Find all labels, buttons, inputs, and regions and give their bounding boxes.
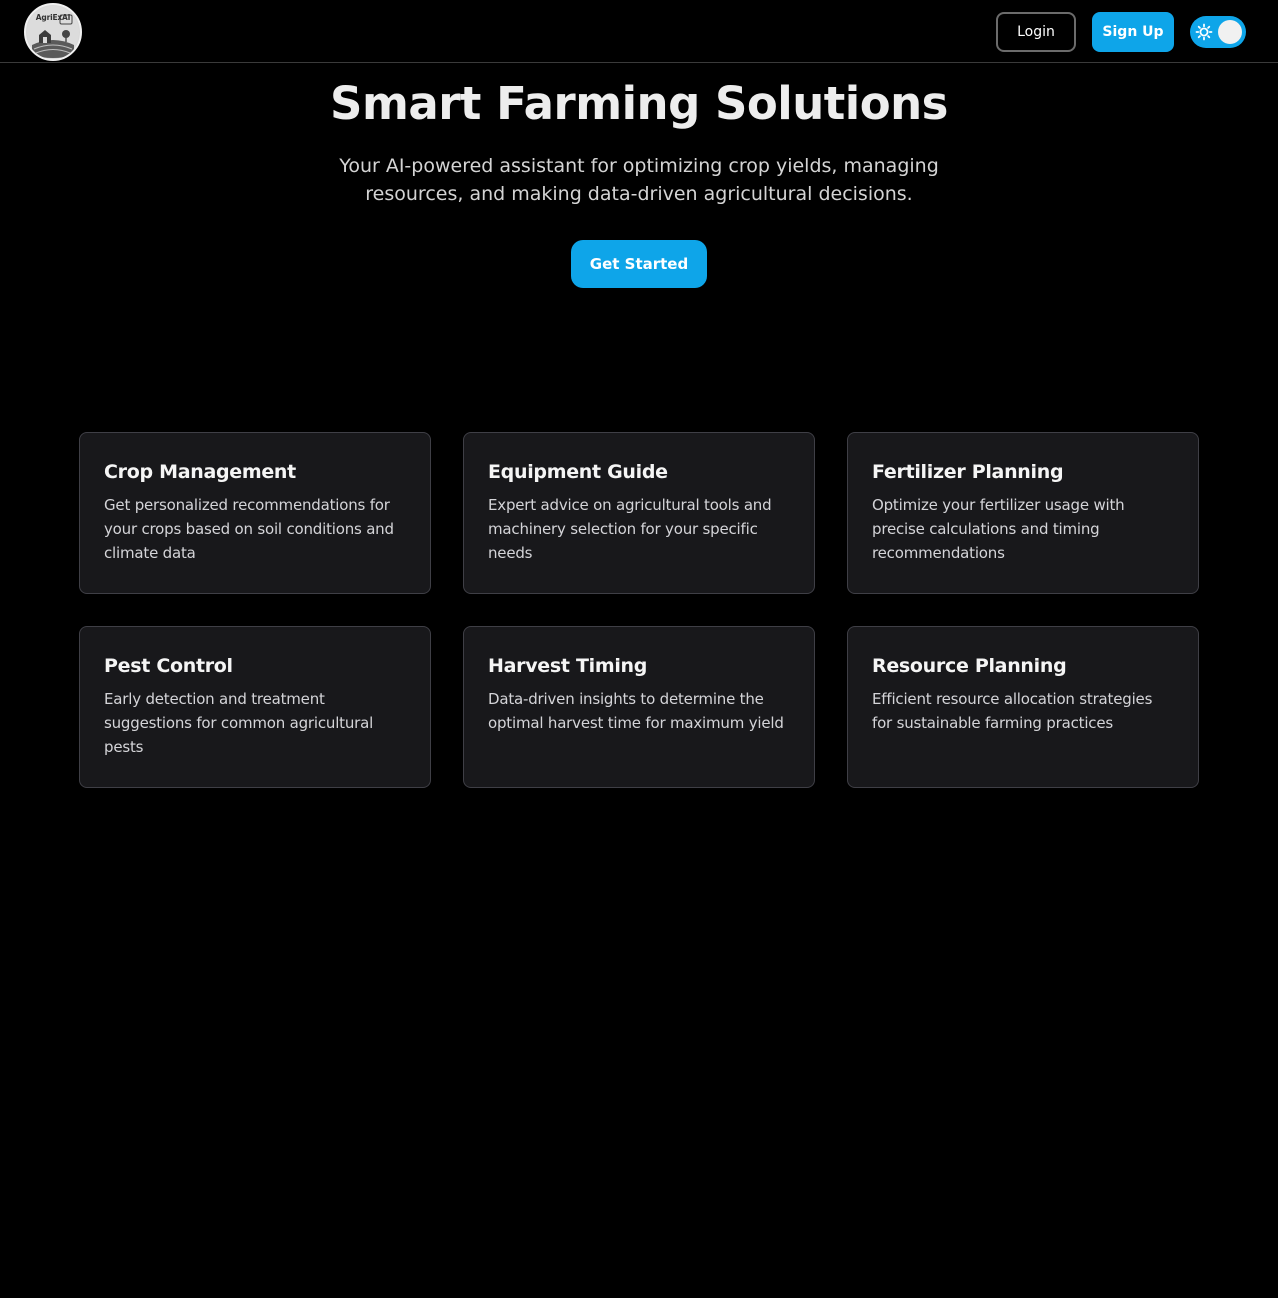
feature-card-title: Pest Control <box>104 655 233 677</box>
feature-card-harvest-timing[interactable]: Harvest Timing Data-driven insights to d… <box>463 626 815 788</box>
theme-toggle[interactable] <box>1190 16 1246 48</box>
hero-title: Smart Farming Solutions <box>330 77 948 130</box>
get-started-button[interactable]: Get Started <box>571 240 707 288</box>
feature-card-resource-planning[interactable]: Resource Planning Efficient resource all… <box>847 626 1199 788</box>
feature-card-description: Get personalized recommendations for you… <box>104 496 394 562</box>
features-grid: Crop Management Get personalized recomme… <box>79 432 1199 788</box>
feature-card-fertilizer-planning[interactable]: Fertilizer Planning Optimize your fertil… <box>847 432 1199 594</box>
signup-button[interactable]: Sign Up <box>1092 12 1174 52</box>
agriexai-logo[interactable]: AgriExAI <box>24 3 82 61</box>
login-button[interactable]: Login <box>996 12 1076 52</box>
feature-card-title: Harvest Timing <box>488 655 648 677</box>
feature-card-title: Crop Management <box>104 461 296 483</box>
feature-card-description: Optimize your fertilizer usage with prec… <box>872 496 1125 562</box>
sun-icon <box>1195 23 1213 41</box>
hero-subtitle: Your AI-powered assistant for optimizing… <box>339 155 939 205</box>
feature-card-description: Expert advice on agricultural tools and … <box>488 496 772 562</box>
feature-card-description: Efficient resource allocation strategies… <box>872 690 1153 732</box>
feature-card-pest-control[interactable]: Pest Control Early detection and treatme… <box>79 626 431 788</box>
feature-card-description: Early detection and treatment suggestion… <box>104 690 374 756</box>
logo-text: AgriExAI <box>35 13 71 22</box>
feature-card-equipment-guide[interactable]: Equipment Guide Expert advice on agricul… <box>463 432 815 594</box>
feature-card-title: Fertilizer Planning <box>872 461 1064 483</box>
feature-card-title: Equipment Guide <box>488 461 668 483</box>
feature-card-crop-management[interactable]: Crop Management Get personalized recomme… <box>79 432 431 594</box>
toggle-knob <box>1218 20 1242 44</box>
feature-card-title: Resource Planning <box>872 655 1067 677</box>
feature-card-description: Data-driven insights to determine the op… <box>488 690 784 732</box>
top-nav-bar: AgriExAI Login Sign Up <box>0 0 1278 63</box>
